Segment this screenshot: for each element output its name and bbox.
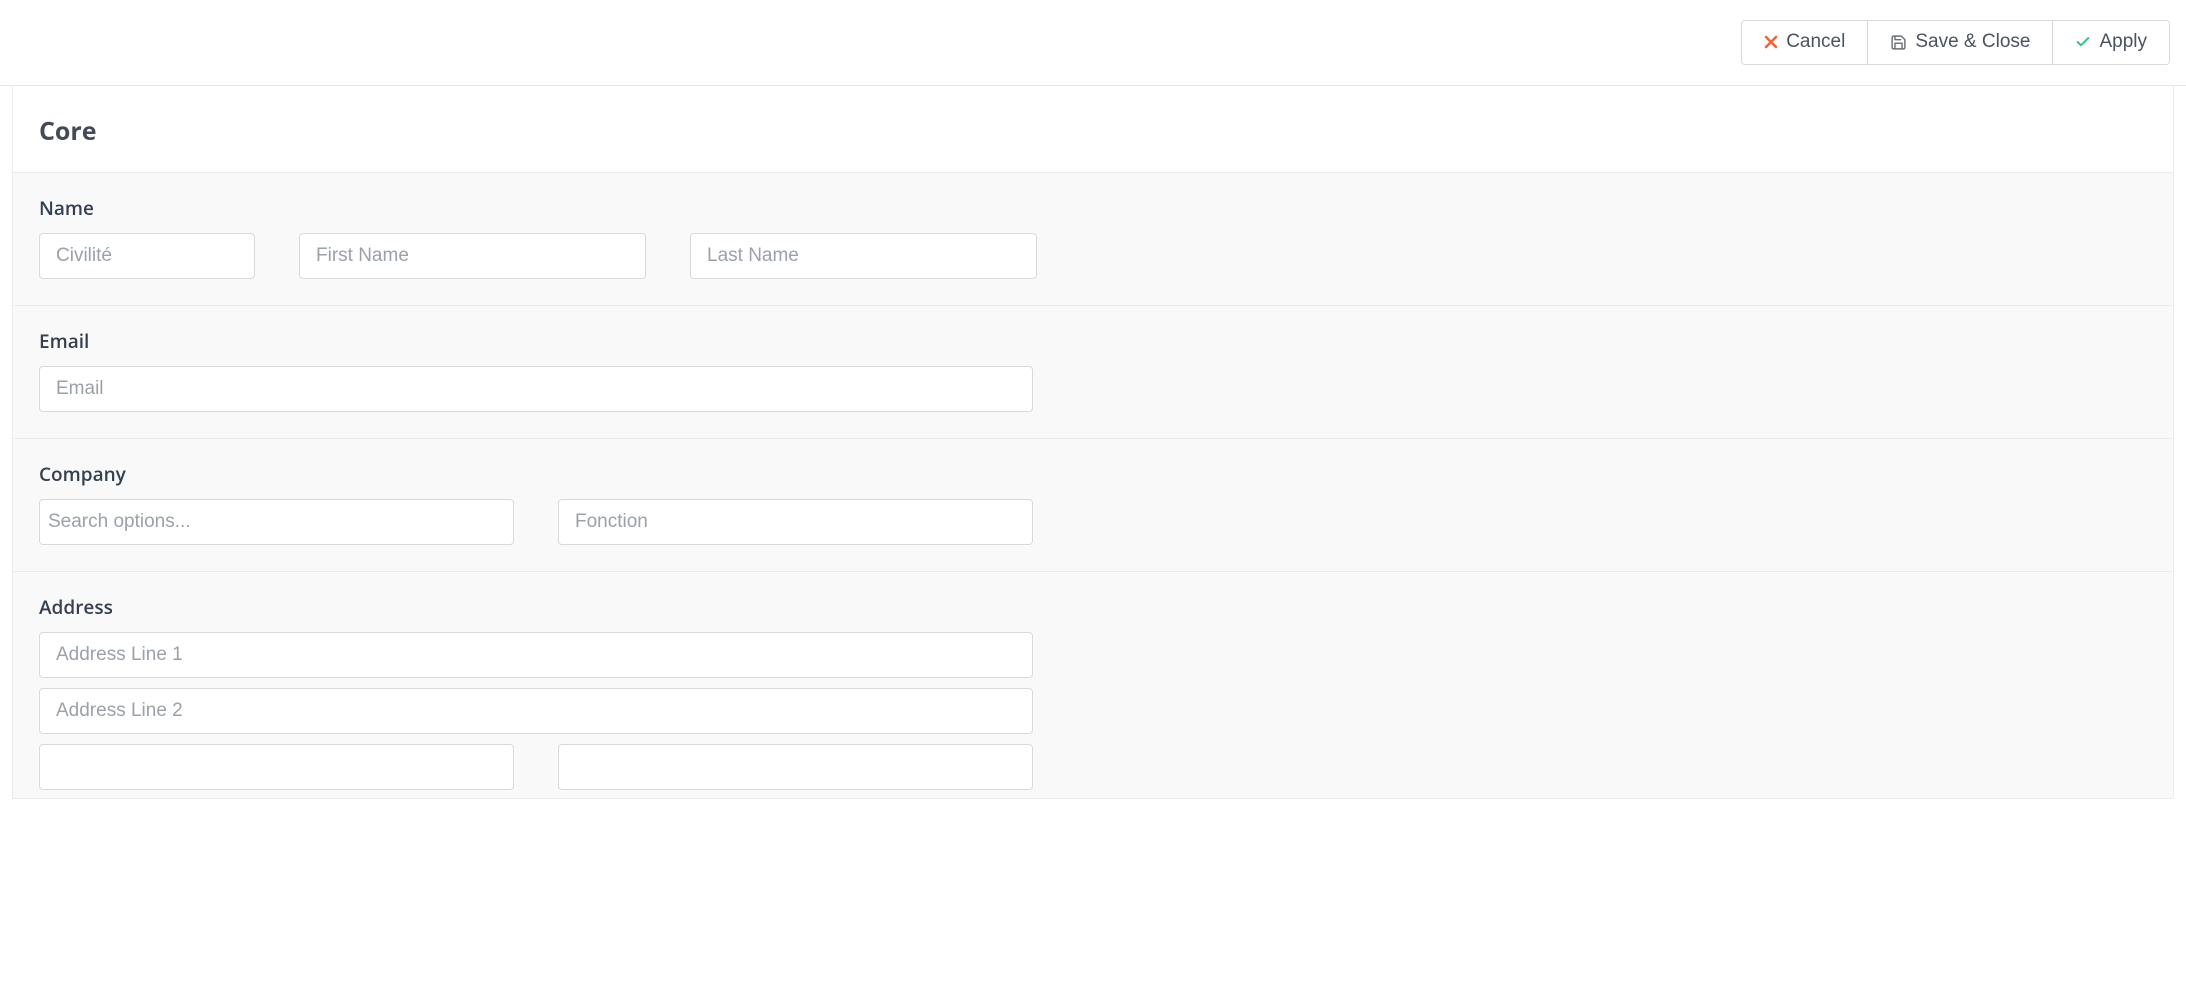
address-line1-input[interactable] (39, 632, 1033, 678)
email-label: Email (39, 328, 2147, 354)
core-panel: Core Name Email Company (12, 86, 2174, 799)
apply-label: Apply (2099, 31, 2147, 54)
first-name-input[interactable] (299, 233, 646, 279)
address-city-input[interactable] (39, 744, 514, 790)
address-line2-input[interactable] (39, 688, 1033, 734)
email-section: Email (13, 306, 2173, 439)
apply-button[interactable]: Apply (2053, 21, 2169, 64)
save-close-button[interactable]: Save & Close (1868, 21, 2053, 64)
save-icon (1890, 34, 1907, 51)
address-state-input[interactable] (558, 744, 1033, 790)
cancel-button[interactable]: Cancel (1742, 21, 1868, 64)
civilite-input[interactable] (39, 233, 255, 279)
company-search-input[interactable] (39, 499, 514, 545)
cancel-label: Cancel (1786, 31, 1845, 54)
company-label: Company (39, 461, 2147, 487)
name-label: Name (39, 195, 2147, 221)
address-section: Address (13, 572, 2173, 798)
save-close-label: Save & Close (1915, 31, 2030, 54)
panel-header: Core (13, 86, 2173, 173)
address-label: Address (39, 594, 2147, 620)
company-section: Company (13, 439, 2173, 572)
email-input[interactable] (39, 366, 1033, 412)
close-icon (1764, 35, 1778, 49)
panel-title: Core (39, 114, 2147, 148)
name-section: Name (13, 173, 2173, 306)
last-name-input[interactable] (690, 233, 1037, 279)
action-bar: Cancel Save & Close Apply (0, 0, 2186, 86)
check-icon (2075, 34, 2091, 50)
action-button-group: Cancel Save & Close Apply (1741, 20, 2170, 65)
fonction-input[interactable] (558, 499, 1033, 545)
